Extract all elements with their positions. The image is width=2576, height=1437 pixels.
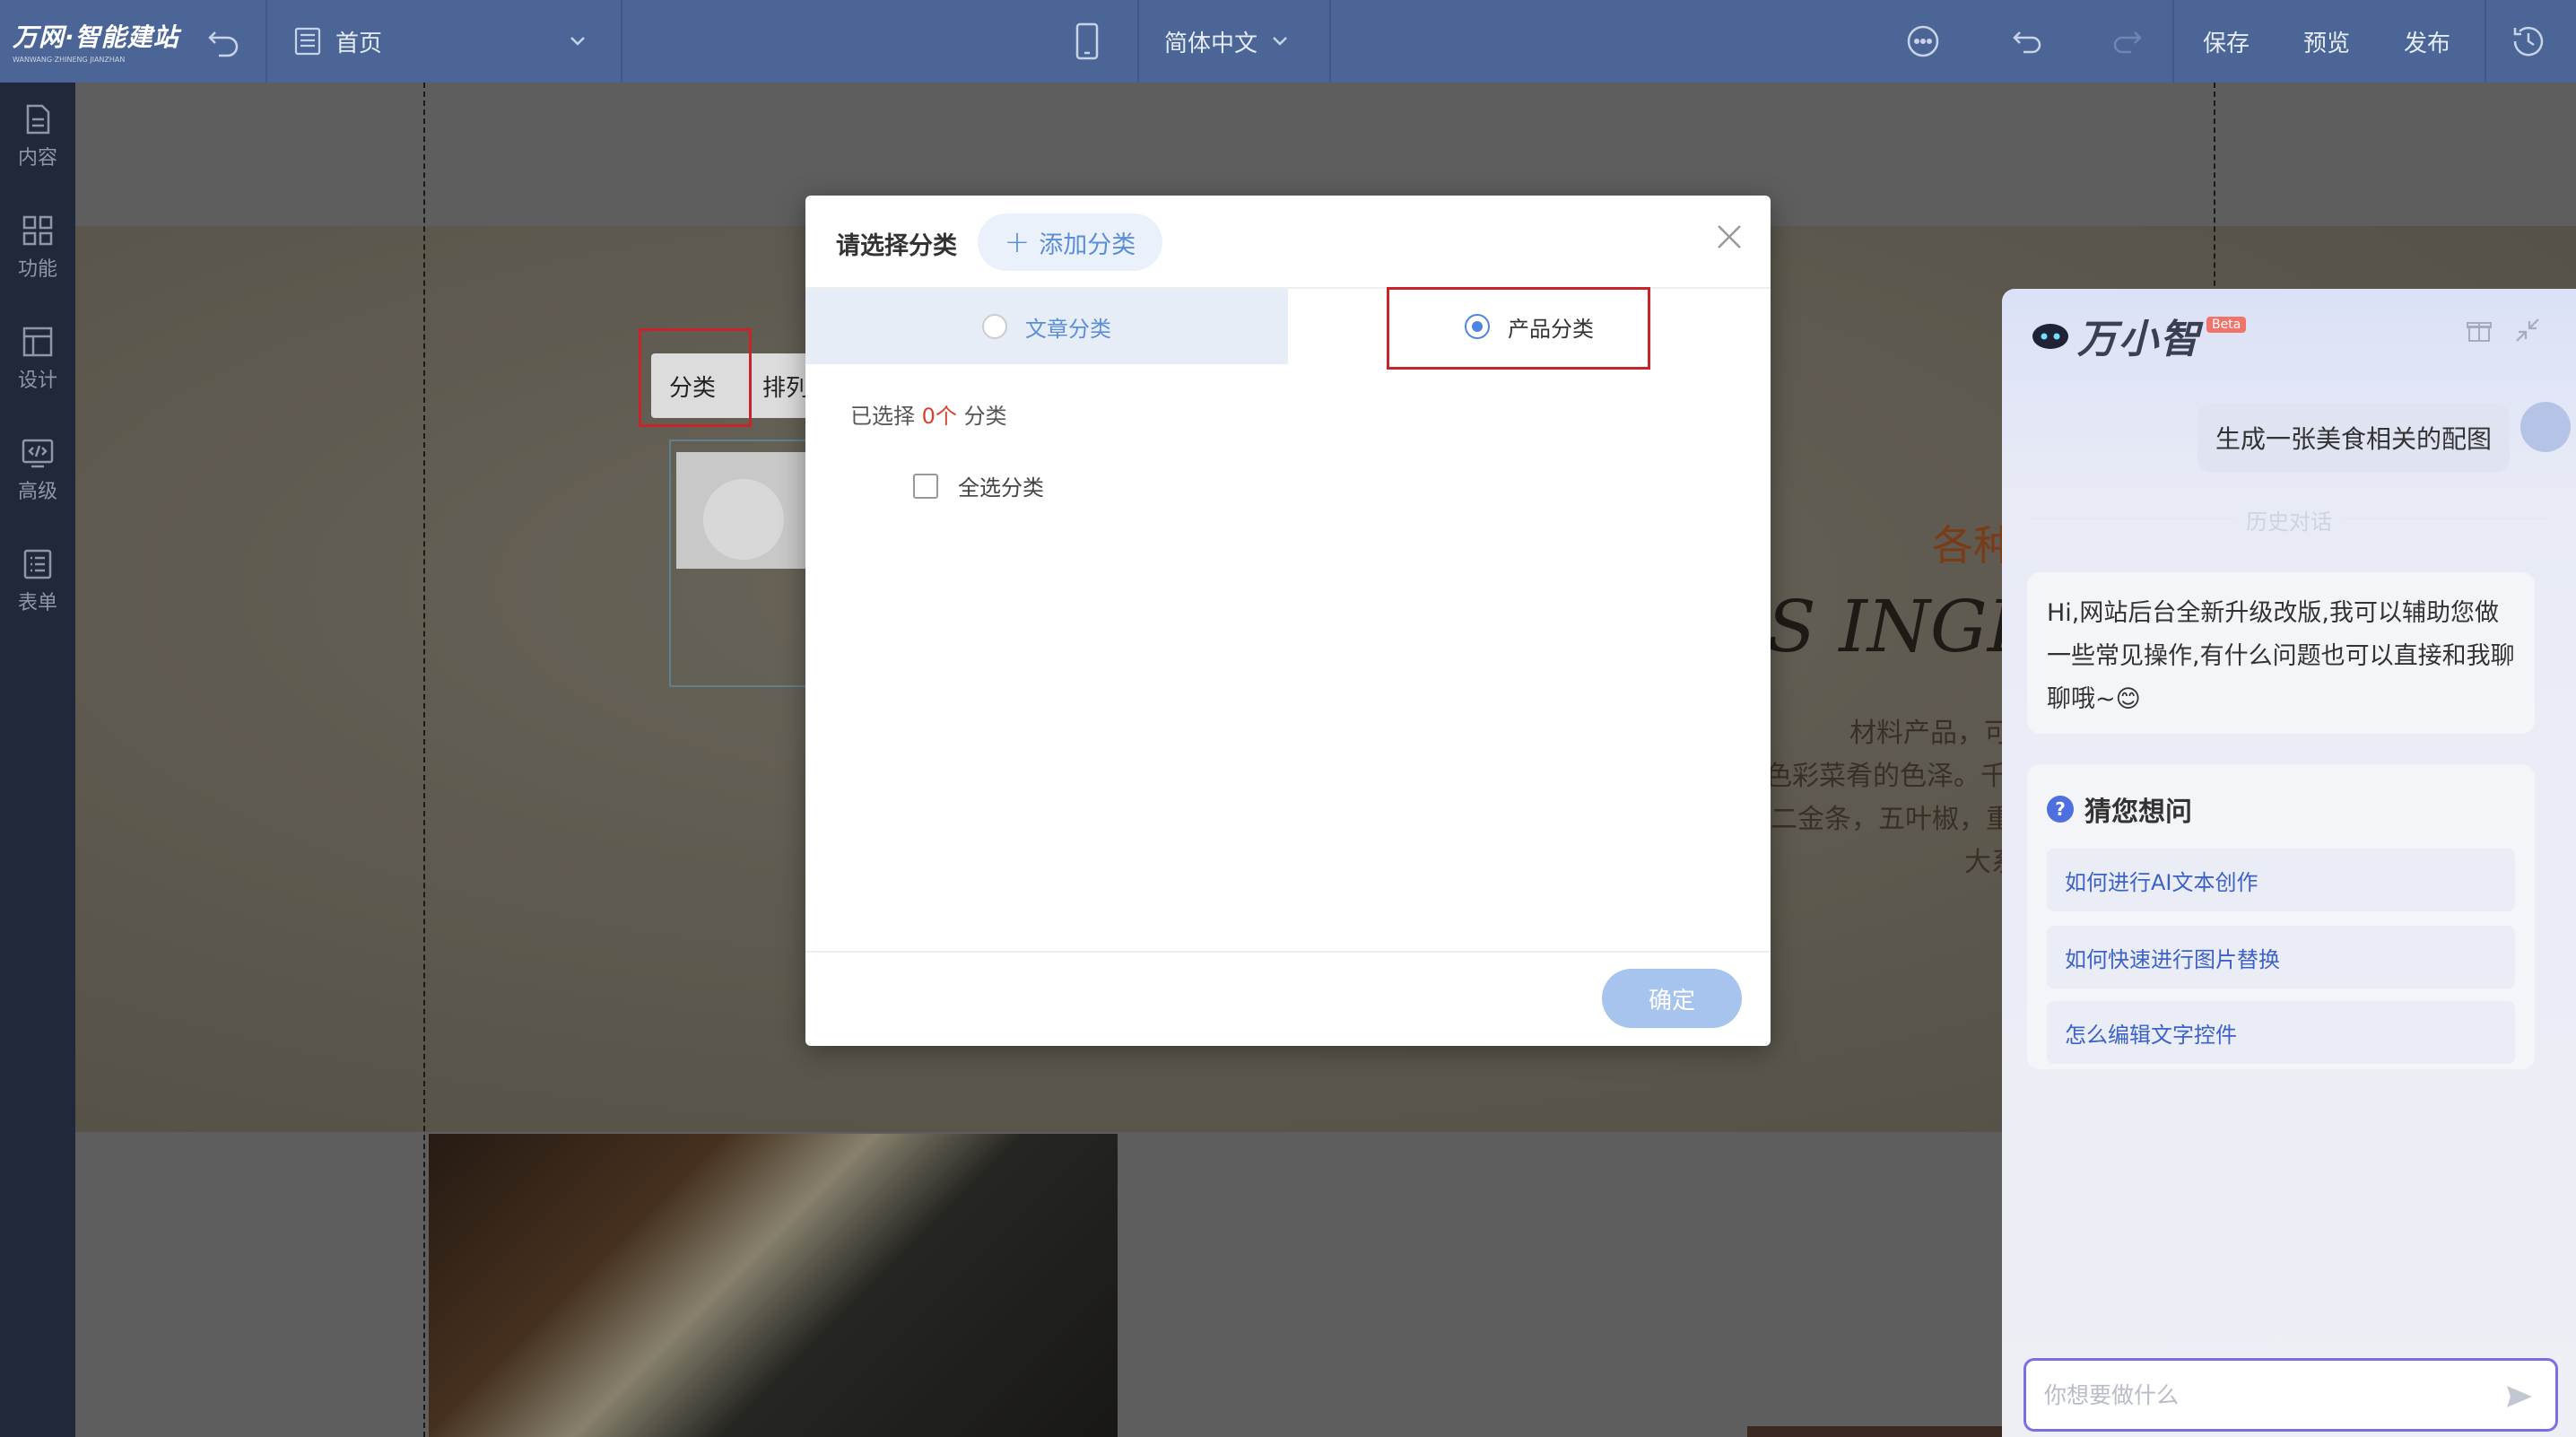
undo-back-icon[interactable] (206, 23, 242, 59)
select-all-checkbox[interactable] (913, 473, 938, 499)
confirm-button[interactable]: 确定 (1602, 969, 1742, 1028)
selected-count: 0个 (921, 404, 957, 429)
save-button[interactable]: 保存 (2203, 0, 2250, 83)
bot-message-bubble: Hi,网站后台全新升级改版,我可以辅助您做一些常见操作,有什么问题也可以直接和我… (2027, 572, 2535, 734)
preview-button[interactable]: 预览 (2303, 0, 2350, 83)
undo-icon (2013, 31, 2041, 54)
food-photo (429, 1134, 1118, 1437)
send-icon[interactable] (2503, 1380, 2536, 1413)
tab-sort[interactable]: 排列 (762, 370, 809, 403)
avatar (2520, 402, 2571, 452)
suggestion-item[interactable]: 怎么编辑文字控件 (2047, 1001, 2515, 1064)
sidebar-item-label: 高级 (17, 481, 57, 503)
history-button[interactable] (2510, 0, 2547, 83)
guide-line-left (423, 83, 425, 1437)
sidebar-item-label: 内容 (17, 147, 57, 170)
question-icon: ? (2047, 796, 2074, 823)
sidebar-item-form[interactable]: 表单 (0, 535, 75, 628)
history-divider[interactable]: 历史对话 (2002, 504, 2576, 536)
suggestion-item[interactable]: 如何进行AI文本创作 (2047, 849, 2515, 911)
dialog-title: 请选择分类 (836, 232, 957, 260)
chevron-down-icon (1273, 37, 1287, 46)
assistant-name: 万小智 (2077, 317, 2201, 362)
assistant-input-box (2023, 1358, 2558, 1432)
assistant-logo: 万小智 Beta (2031, 307, 2247, 364)
toolbar-divider (1137, 0, 1139, 83)
radio-article-category[interactable] (982, 314, 1007, 339)
list-icon (23, 549, 52, 579)
selected-prefix: 已选择 (850, 404, 915, 429)
more-options-icon (1907, 25, 1939, 57)
select-category-dialog: 请选择分类 + 添加分类 文章分类 产品分类 已选择 0个 分类 全选分类 确定 (805, 196, 1771, 1046)
sidebar-item-label: 表单 (17, 592, 57, 614)
top-toolbar: 万网·智能建站 WANWANG·ZHINENG JIANZHAN 首页 简体中文… (0, 0, 2576, 83)
highlight-box-category-tab (639, 328, 752, 427)
add-category-button[interactable]: + 添加分类 (978, 213, 1162, 271)
tab-article-label: 文章分类 (1025, 316, 1111, 342)
undo-button[interactable] (2009, 0, 2045, 83)
suggested-questions-header: ? 猜您想问 (2047, 789, 2192, 829)
tab-article-category[interactable]: 文章分类 (805, 289, 1288, 364)
language-label: 简体中文 (1164, 30, 1258, 57)
banner-desc-line: 材料产品，可 (1849, 718, 2011, 749)
history-clock-icon (2513, 27, 2544, 57)
highlight-box-product-tab (1387, 287, 1650, 370)
page-icon (294, 27, 321, 56)
banner-desc-line: 色彩菜肴的色泽。千 (1765, 761, 2007, 792)
select-all-label: 全选分类 (958, 475, 1044, 501)
assistant-input[interactable] (2044, 1377, 2475, 1413)
collapse-icon[interactable] (2513, 316, 2542, 344)
selected-count-text: 已选择 0个 分类 (850, 398, 1007, 430)
grid-icon (22, 215, 53, 246)
dialog-footer-divider (805, 951, 1771, 953)
toolbar-divider (621, 0, 622, 83)
page-selector-label: 首页 (335, 30, 383, 57)
sidebar-item-content[interactable]: 内容 (0, 90, 75, 183)
sidebar-item-label: 设计 (17, 370, 57, 392)
gift-icon[interactable] (2465, 316, 2493, 344)
mobile-device-icon[interactable] (1069, 20, 1105, 63)
sidebar-item-function[interactable]: 功能 (0, 201, 75, 294)
left-sidebar: 内容 功能 设计 高级 表单 (0, 83, 75, 1437)
file-icon (26, 104, 50, 135)
user-message-bubble: 生成一张美食相关的配图 (2197, 404, 2510, 472)
beta-badge: Beta (2206, 317, 2247, 333)
plus-icon: + (1004, 224, 1031, 260)
code-icon (22, 439, 54, 468)
selected-suffix: 分类 (963, 404, 1007, 429)
suggested-questions-card: ? 猜您想问 如何进行AI文本创作 如何快速进行图片替换 怎么编辑文字控件 (2027, 764, 2535, 1069)
sidebar-item-label: 功能 (17, 258, 57, 281)
toolbar-divider (1329, 0, 1331, 83)
page-selector[interactable]: 首页 (292, 20, 597, 63)
toolbar-divider (2172, 0, 2174, 83)
banner-desc-line: 二金条，五叶椒，重 (1771, 804, 2013, 835)
ai-assistant-panel: 万小智 Beta 生成一张美食相关的配图 历史对话 Hi,网站后台全新升级改版,… (2002, 289, 2576, 1437)
logo-subtitle: WANWANG·ZHINENG JIANZHAN (13, 56, 126, 64)
toolbar-divider (265, 0, 267, 83)
suggestion-item[interactable]: 如何快速进行图片替换 (2047, 926, 2515, 988)
widget-image-placeholder (703, 479, 784, 560)
brand-logo: 万网·智能建站 WANWANG·ZHINENG JIANZHAN (13, 18, 201, 64)
robot-icon (2032, 324, 2068, 349)
sidebar-item-design[interactable]: 设计 (0, 312, 75, 405)
suggested-questions-title: 猜您想问 (2084, 797, 2192, 828)
select-all-checkbox-row[interactable]: 全选分类 (913, 470, 1044, 501)
layout-icon (22, 327, 53, 357)
add-category-label: 添加分类 (1039, 231, 1136, 259)
chevron-down-icon (570, 37, 585, 46)
close-icon[interactable] (1713, 221, 1745, 253)
redo-button[interactable] (2110, 0, 2145, 83)
publish-button[interactable]: 发布 (2404, 0, 2450, 83)
more-options-button[interactable] (1905, 0, 1941, 83)
redo-icon (2113, 31, 2142, 54)
logo-title: 万网·智能建站 (13, 22, 179, 52)
toolbar-divider (2485, 0, 2486, 83)
sidebar-item-advanced[interactable]: 高级 (0, 423, 75, 517)
language-selector[interactable]: 简体中文 (1164, 20, 1292, 63)
